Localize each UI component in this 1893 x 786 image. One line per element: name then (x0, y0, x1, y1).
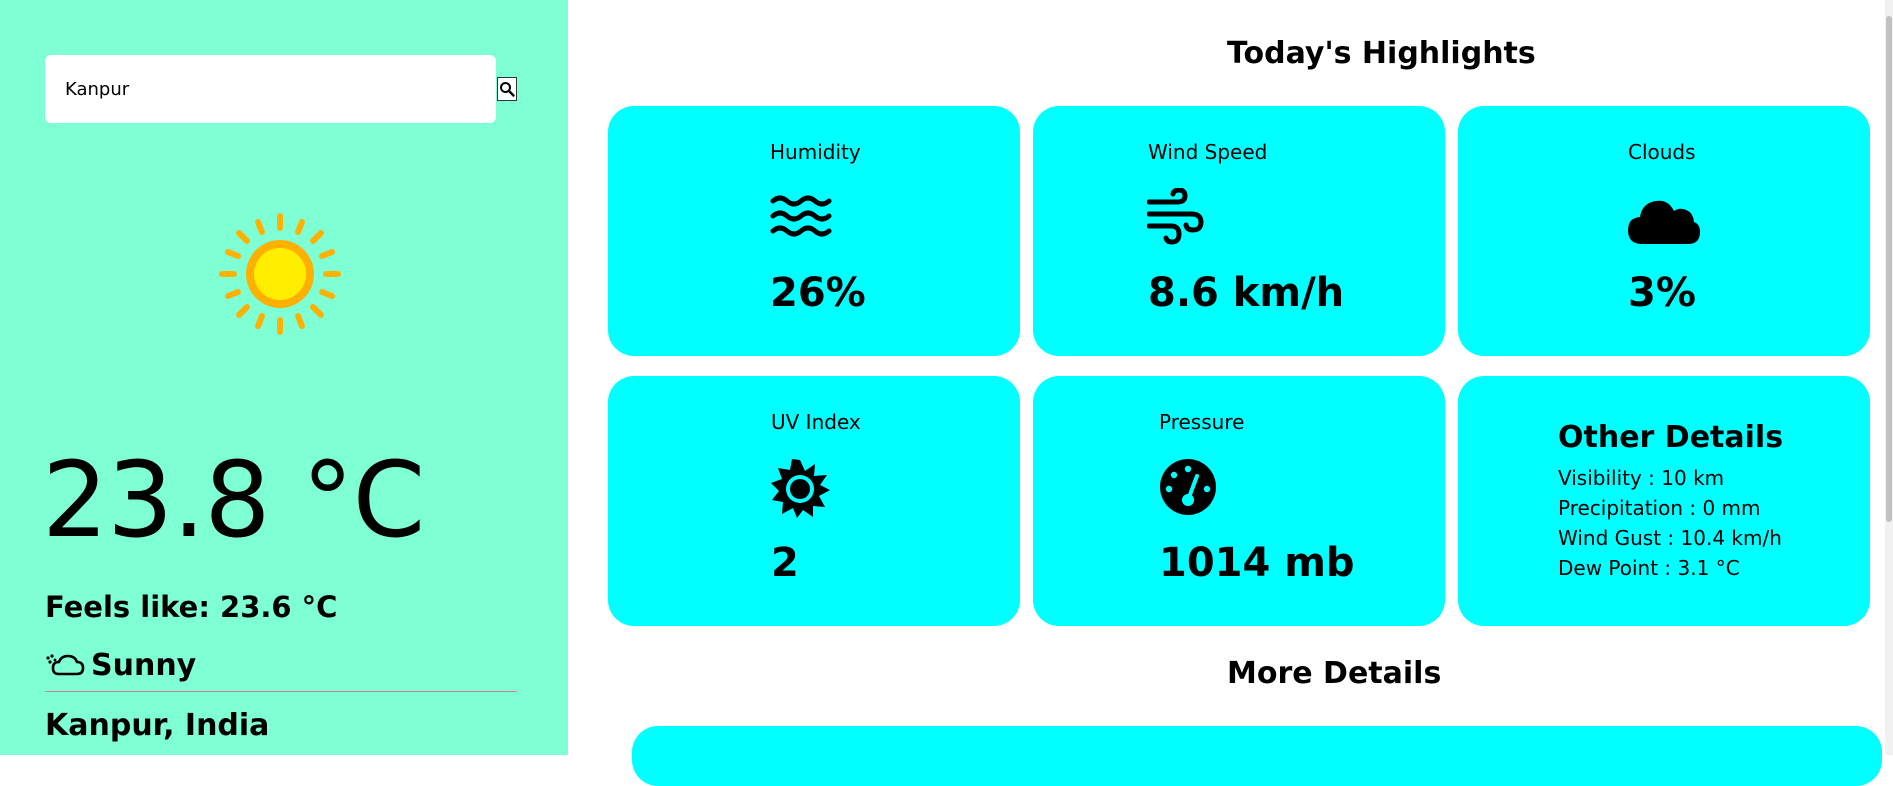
gauge-icon (1160, 459, 1216, 515)
search-input-value: Kanpur (65, 78, 130, 100)
search-input[interactable]: Kanpur (45, 55, 496, 123)
other-details-title: Other Details (1558, 420, 1784, 455)
more-details-title: More Details (1227, 656, 1442, 691)
other-details-card: Other Details Visibility : 10 km Precipi… (1458, 376, 1870, 626)
visibility-text: Visibility : 10 km (1558, 466, 1725, 490)
search-icon (500, 82, 515, 97)
weather-sun-icon (218, 212, 342, 336)
feels-like: Feels like: 23.6 °C (45, 590, 338, 624)
cloud-icon (1628, 200, 1700, 244)
uv-card: UV Index 2 (608, 376, 1020, 626)
clouds-value: 3% (1628, 270, 1696, 316)
dew-point-text: Dew Point : 3.1 °C (1558, 556, 1740, 580)
wind-card: Wind Speed 8.6 km/h (1033, 106, 1445, 356)
condition-text: Sunny (91, 648, 197, 683)
divider (45, 691, 517, 692)
pressure-label: Pressure (1159, 410, 1245, 434)
pressure-card: Pressure 1014 mb (1033, 376, 1445, 626)
location: Kanpur, India (45, 708, 270, 743)
search-button[interactable] (497, 77, 517, 101)
clouds-label: Clouds (1628, 140, 1696, 164)
more-details-card (632, 726, 1882, 786)
wind-icon (1147, 188, 1204, 245)
humidity-label: Humidity (770, 140, 861, 164)
wind-value: 8.6 km/h (1148, 270, 1345, 316)
highlights-title: Today's Highlights (1227, 36, 1536, 71)
left-panel: Kanpur 23.8 °C Feels like: 23.6 °C Sunny… (0, 0, 568, 755)
scrollbar-thumb[interactable] (1886, 16, 1892, 522)
water-waves-icon (770, 195, 832, 237)
uv-value: 2 (771, 540, 799, 586)
condition: Sunny (45, 648, 196, 683)
sun-icon (771, 459, 830, 518)
humidity-value: 26% (770, 270, 866, 316)
uv-label: UV Index (771, 410, 861, 434)
clouds-card: Clouds 3% (1458, 106, 1870, 356)
pressure-value: 1014 mb (1159, 540, 1355, 586)
current-temperature: 23.8 °C (42, 439, 425, 561)
wind-gust-text: Wind Gust : 10.4 km/h (1558, 526, 1782, 550)
cloud-wind-icon (46, 653, 85, 675)
precipitation-text: Precipitation : 0 mm (1558, 496, 1761, 520)
humidity-card: Humidity 26% (608, 106, 1020, 356)
wind-label: Wind Speed (1148, 140, 1268, 164)
scrollbar[interactable] (1885, 0, 1893, 755)
